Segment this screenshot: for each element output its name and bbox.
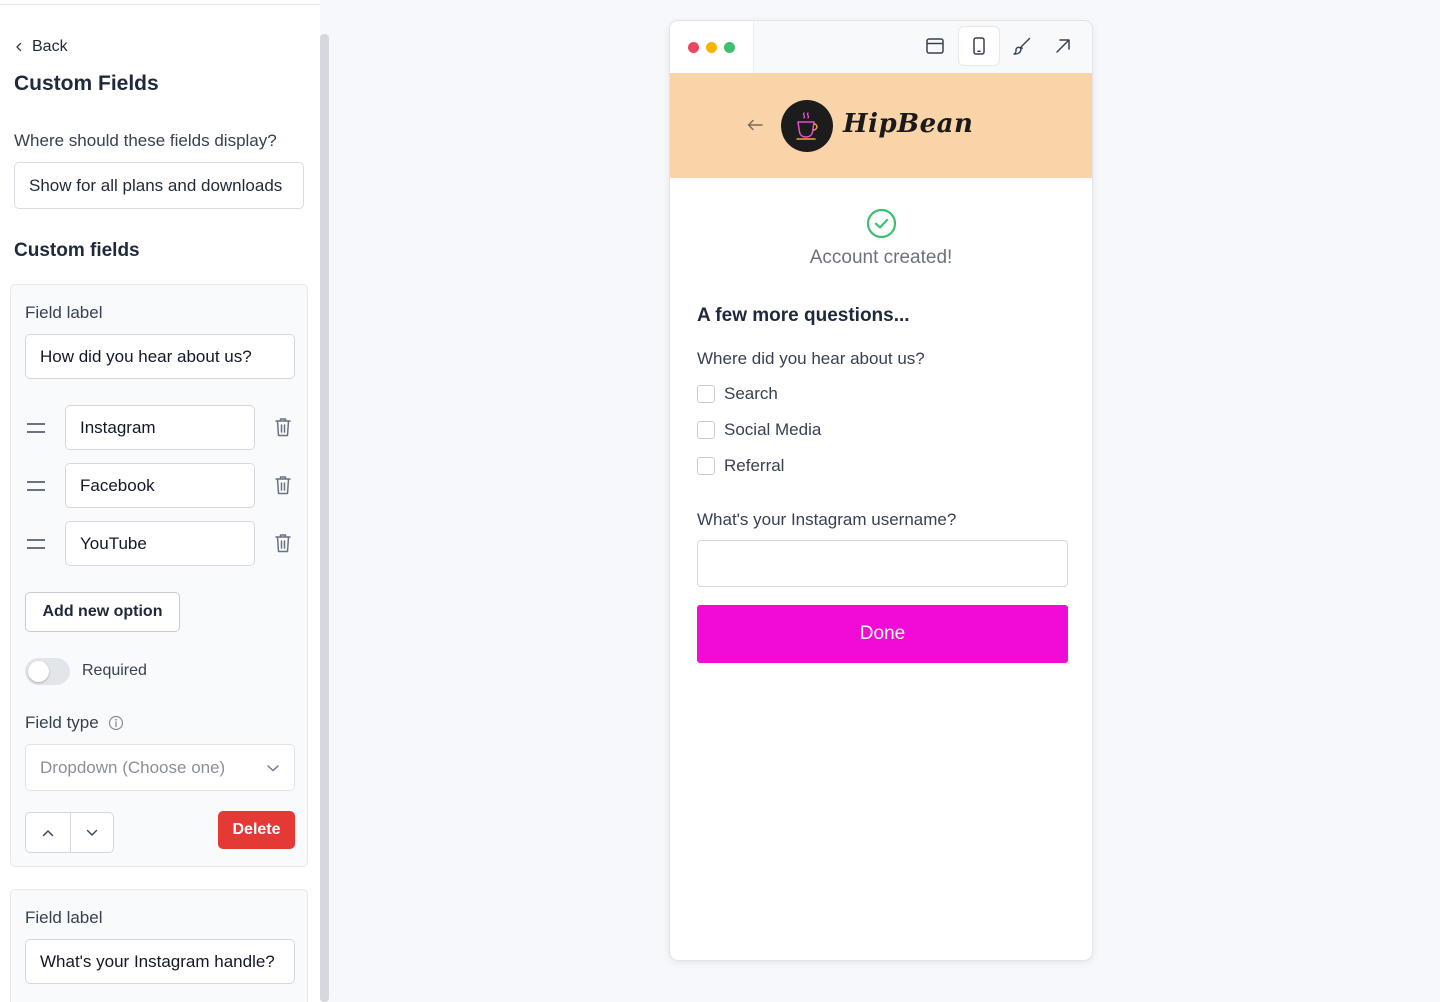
chevron-left-icon — [16, 42, 22, 52]
reorder-buttons — [25, 812, 114, 853]
arrow-left-icon[interactable] — [746, 119, 764, 131]
answer-option[interactable]: Search — [697, 384, 778, 404]
move-down-button[interactable] — [69, 813, 114, 852]
drag-handle-icon[interactable] — [27, 423, 45, 433]
brand-name: HipBean — [843, 109, 974, 139]
sidebar-scrollbar[interactable] — [320, 34, 329, 1002]
trash-icon[interactable] — [273, 416, 293, 438]
check-circle-icon — [866, 208, 897, 239]
coffee-cup-icon — [796, 112, 818, 140]
desktop-view-button[interactable] — [915, 27, 955, 65]
checkbox[interactable] — [697, 421, 715, 439]
required-label: Required — [82, 662, 147, 679]
divider — [0, 4, 320, 5]
option-label: Search — [724, 384, 778, 403]
close-dot — [688, 42, 699, 53]
trash-icon[interactable] — [273, 474, 293, 496]
page-title: Custom Fields — [14, 72, 159, 95]
custom-field-card: Field label What's your Instagram handle… — [10, 889, 308, 1002]
info-icon[interactable] — [108, 715, 124, 731]
chevron-down-icon — [86, 829, 97, 836]
option-label: Social Media — [724, 420, 822, 439]
settings-sidebar: Back Custom Fields Where should these fi… — [0, 0, 320, 1002]
brand-header: HipBean — [670, 73, 1092, 178]
field-label-caption: Field label — [25, 303, 103, 322]
option-input[interactable]: Facebook — [65, 463, 255, 508]
question-label: Where did you hear about us? — [697, 349, 925, 368]
field-label-caption: Field label — [25, 908, 103, 927]
field-type-dropdown[interactable]: Dropdown (Choose one) — [25, 744, 295, 791]
question-label: What's your Instagram username? — [697, 510, 957, 529]
drag-handle-icon[interactable] — [27, 539, 45, 549]
instagram-username-input[interactable] — [697, 540, 1068, 587]
external-link-icon — [1056, 39, 1070, 53]
maximize-dot — [724, 42, 735, 53]
field-type-caption: Field type — [25, 713, 124, 733]
display-location-label: Where should these fields display? — [14, 131, 277, 150]
answer-option[interactable]: Social Media — [697, 420, 821, 440]
back-label: Back — [32, 38, 68, 55]
questions-heading: A few more questions... — [697, 305, 910, 326]
minimize-dot — [706, 42, 717, 53]
chevron-up-icon — [42, 829, 53, 836]
field-type-text: Field type — [25, 713, 99, 732]
open-external-button[interactable] — [1043, 27, 1083, 65]
checkbox[interactable] — [697, 385, 715, 403]
checkbox[interactable] — [697, 457, 715, 475]
trash-icon[interactable] — [273, 532, 293, 554]
move-up-button[interactable] — [26, 813, 70, 852]
custom-fields-heading: Custom fields — [14, 240, 140, 261]
done-button[interactable]: Done — [697, 605, 1068, 663]
style-button[interactable] — [1002, 27, 1042, 65]
chevron-down-icon — [267, 764, 279, 771]
answer-option[interactable]: Referral — [697, 456, 784, 476]
back-link[interactable]: Back — [14, 37, 68, 57]
window-controls — [670, 21, 754, 73]
delete-field-button[interactable]: Delete — [218, 811, 295, 849]
browser-window-icon — [926, 38, 944, 54]
field-label-input[interactable]: What's your Instagram handle? — [25, 939, 295, 984]
brand-logo — [781, 100, 833, 152]
display-location-select[interactable]: Show for all plans and downloads — [14, 162, 304, 209]
drag-handle-icon[interactable] — [27, 481, 45, 491]
success-message: Account created! — [809, 247, 953, 268]
field-label-input[interactable]: How did you hear about us? — [25, 334, 295, 379]
required-toggle[interactable] — [25, 658, 70, 685]
paintbrush-icon — [1013, 37, 1031, 55]
option-input[interactable]: YouTube — [65, 521, 255, 566]
preview-window: HipBean Account created! A few more ques… — [669, 20, 1093, 961]
option-label: Referral — [724, 456, 785, 475]
add-option-button[interactable]: Add new option — [25, 592, 180, 632]
field-type-value: Dropdown (Choose one) — [40, 757, 226, 777]
custom-field-card: Field label How did you hear about us? I… — [10, 284, 308, 867]
toggle-knob — [28, 661, 49, 682]
option-input[interactable]: Instagram — [65, 405, 255, 450]
mobile-device-icon — [973, 37, 985, 55]
mobile-view-button[interactable] — [959, 27, 999, 65]
window-toolbar — [670, 21, 1092, 73]
